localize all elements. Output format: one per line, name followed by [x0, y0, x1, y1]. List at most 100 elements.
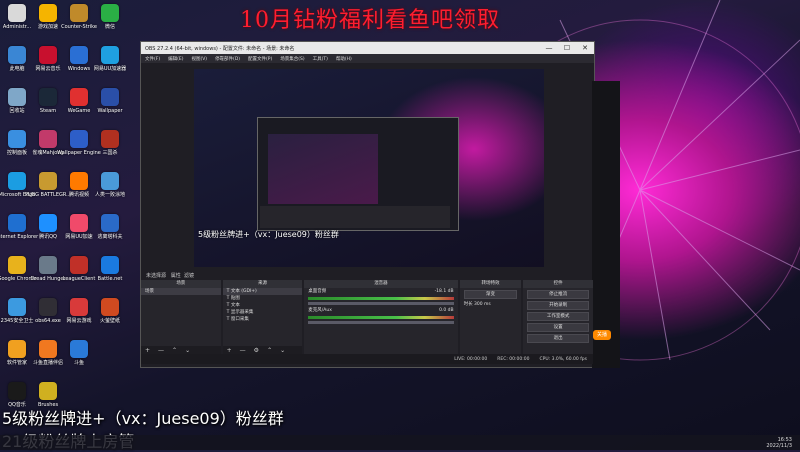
app-icon — [8, 46, 26, 64]
desktop-icon[interactable]: 网易云音乐 — [33, 46, 63, 72]
source-item[interactable]: T 贴图 — [223, 295, 303, 302]
desktop-icon[interactable]: 斗鱼直播伴侣 — [33, 340, 63, 366]
app-icon — [39, 172, 57, 190]
filters-button[interactable]: 滤镜 — [184, 273, 194, 279]
desktop-icon[interactable]: Administr... — [2, 4, 32, 30]
maximize-button[interactable]: ☐ — [558, 44, 576, 52]
desktop-icon[interactable]: 腾讯QQ — [33, 214, 63, 240]
control-button[interactable]: 退出 — [527, 334, 589, 343]
stop-live-button[interactable]: 关播 — [593, 330, 611, 340]
scene-down-button[interactable]: ⌄ — [185, 347, 190, 354]
desktop-icon-label: 网易云游戏 — [66, 318, 92, 324]
app-icon — [39, 340, 57, 358]
mixer-dock: 混音器 桌面音频 -18.1 dB 麦克风/Aux 0.0 dB — [304, 280, 458, 354]
transition-select[interactable]: 渐变 — [463, 290, 518, 299]
control-button[interactable]: 工作室模式 — [527, 312, 589, 321]
clock-date[interactable]: 2022/11/3 — [766, 443, 792, 449]
desktop-icon[interactable]: Battle.net — [95, 256, 125, 282]
menu-item[interactable]: 工具(T) — [313, 56, 328, 62]
source-item[interactable]: T 文本 (GDI+) — [222, 288, 303, 295]
desktop-icon[interactable]: 游戏加速 — [33, 4, 63, 30]
desktop-icon[interactable]: Wallpaper Engine — [57, 130, 101, 156]
add-source-button[interactable]: + — [227, 347, 232, 354]
desktop-icon[interactable]: WeGame — [64, 88, 94, 114]
duration-input[interactable]: 300 ms — [474, 302, 491, 307]
desktop-icon[interactable]: LeagueClient — [62, 256, 96, 282]
volume-slider[interactable] — [308, 302, 454, 305]
desktop-icon[interactable]: 回收站 — [2, 88, 32, 114]
desktop-icon[interactable]: 网易UU加速 — [64, 214, 94, 240]
volume-slider[interactable] — [308, 321, 454, 324]
source-down-button[interactable]: ⌄ — [280, 347, 285, 354]
volume-meter — [308, 297, 454, 300]
app-icon — [70, 256, 88, 274]
desktop-icon[interactable]: Steam — [33, 88, 63, 114]
desktop-icon[interactable]: Counter-Strike — [61, 4, 97, 30]
add-scene-button[interactable]: + — [145, 347, 150, 354]
desktop-icon-label: 三国杀 — [102, 150, 118, 156]
control-button[interactable]: 开始录制 — [527, 301, 589, 310]
scene-item[interactable]: 场景 — [141, 288, 221, 295]
obs-preview[interactable]: 5级粉丝牌进+（vx：Juese09）粉丝群 — [194, 69, 544, 267]
desktop-icon[interactable]: 2345安全卫士 — [1, 298, 33, 324]
sources-dock: 来源 T 文本 (GDI+) T 贴图 T 文本 T 显示器采集 T 窗口采集 + — … — [222, 280, 303, 354]
source-item[interactable]: T 显示器采集 — [223, 309, 303, 316]
menu-item[interactable]: 编辑(E) — [168, 56, 183, 62]
source-item[interactable]: T 文本 — [223, 302, 303, 309]
desktop-icon[interactable]: 火萤壁纸 — [95, 298, 125, 324]
desktop-icon[interactable]: Dread Hunger — [30, 256, 66, 282]
control-button[interactable]: 停止推流 — [527, 290, 589, 299]
desktop-icon-label: Wallpaper — [97, 108, 123, 114]
desktop-icon[interactable]: Windows — [64, 46, 94, 72]
desktop-icon-label: WeGame — [67, 108, 91, 114]
desktop-icon[interactable]: 腾讯视频 — [64, 172, 94, 198]
app-icon — [8, 214, 26, 232]
desktop-icon[interactable]: 软件管家 — [2, 340, 32, 366]
desktop-icon[interactable]: Wallpaper — [95, 88, 125, 114]
source-settings-icon[interactable]: ⚙ — [254, 347, 259, 354]
desktop-icon[interactable]: 逃离塔科夫 — [95, 214, 125, 240]
desktop-icon[interactable]: 微信 — [95, 4, 125, 30]
menu-item[interactable]: 视图(V) — [191, 56, 207, 62]
menu-item[interactable]: 场景集合(S) — [280, 56, 304, 62]
sources-list: T 文本 (GDI+) T 贴图 T 文本 T 显示器采集 T 窗口采集 — [222, 288, 303, 323]
menu-item[interactable]: 停靠部件(D) — [215, 56, 240, 62]
properties-button[interactable]: 属性 — [171, 273, 181, 279]
desktop-icon[interactable]: 斗鱼 — [64, 340, 94, 366]
desktop-icon[interactable]: 网易UU加速器 — [93, 46, 127, 72]
rec-timer: REC: 00:00:00 — [497, 356, 530, 362]
desktop-icon-label: Administr... — [2, 24, 32, 30]
desktop-icon[interactable]: Google Chrome — [0, 256, 36, 282]
app-icon — [39, 256, 57, 274]
desktop-icon-label: Windows — [67, 66, 91, 72]
app-icon — [101, 172, 119, 190]
desktop-icon[interactable]: PUBG BATTLEGR... — [25, 172, 71, 198]
desktop-icon[interactable]: 人类一败涂地 — [95, 172, 125, 198]
desktop-icon[interactable]: 网易云游戏 — [64, 298, 94, 324]
menu-item[interactable]: 配置文件(P) — [248, 56, 272, 62]
menu-item[interactable]: 帮助(H) — [336, 56, 352, 62]
nested-docks — [260, 206, 450, 228]
desktop-icon-label: 斗鱼 — [73, 360, 84, 366]
minimize-button[interactable]: — — [540, 44, 558, 52]
menu-item[interactable]: 文件(F) — [145, 56, 160, 62]
desktop-icon-label: LeagueClient — [62, 276, 96, 282]
source-item[interactable]: T 窗口采集 — [223, 316, 303, 323]
desktop-icon[interactable]: Internet Explorer — [0, 214, 38, 240]
remove-scene-button[interactable]: — — [158, 347, 164, 354]
desktop-icon[interactable]: 控制面板 — [2, 130, 32, 156]
source-up-button[interactable]: ⌃ — [267, 347, 272, 354]
stream-banner-title: 10月钻粉福利看鱼吧领取 — [240, 8, 500, 33]
no-source-label: 未选择源 属性 滤镜 — [146, 272, 194, 279]
obs-statusbar: LIVE: 00:00:00 REC: 00:00:00 CPU: 3.0%, … — [141, 354, 593, 364]
desktop-icon-label: 网易UU加速器 — [93, 66, 127, 72]
control-button[interactable]: 设置 — [527, 323, 589, 332]
remove-source-button[interactable]: — — [240, 347, 246, 354]
desktop-icon[interactable]: 三国杀 — [95, 130, 125, 156]
taskbar: 16:53 2022/11/3 — [0, 435, 800, 450]
desktop-icon[interactable]: obs64.exe — [33, 298, 63, 324]
close-button[interactable]: ✕ — [576, 44, 594, 52]
desktop-icon[interactable]: 此电脑 — [2, 46, 32, 72]
scene-up-button[interactable]: ⌃ — [172, 347, 177, 354]
desktop-icon-label: 腾讯QQ — [39, 234, 57, 240]
